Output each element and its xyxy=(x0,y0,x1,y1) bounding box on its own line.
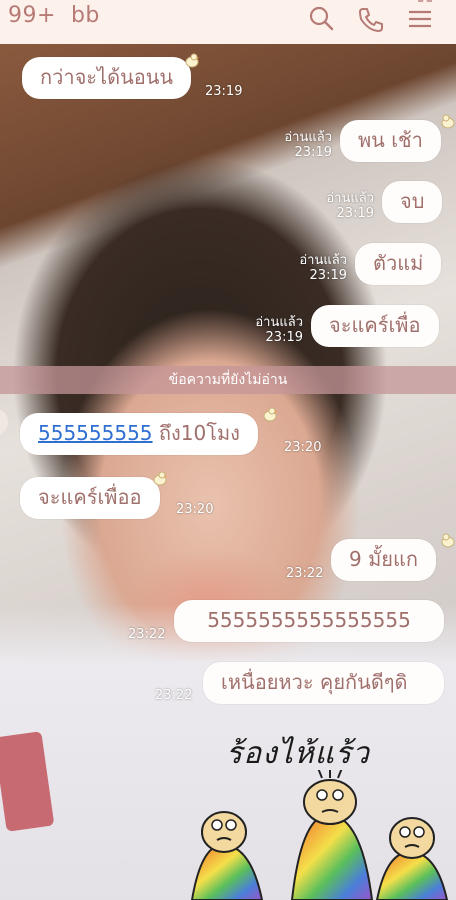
crying-characters-icon xyxy=(190,770,449,900)
chat-header: 99+ bb xyxy=(0,0,456,44)
phone-icon[interactable] xyxy=(356,4,386,34)
menu-icon[interactable] xyxy=(405,4,435,34)
message-bubble[interactable]: 9 มั้ยแก xyxy=(331,539,436,581)
divider-dash xyxy=(418,0,432,3)
message-text: 5555555555555555 xyxy=(207,608,411,632)
unread-count: 99+ xyxy=(8,3,56,28)
message-text: จะแคร์เพื่อ xyxy=(329,313,421,337)
chick-icon xyxy=(441,533,455,548)
message-bubble[interactable]: ตัวแม่ xyxy=(355,243,442,285)
message-bubble[interactable]: จะแคร์เพื่อ xyxy=(311,305,439,347)
message-time: 23:19 xyxy=(309,268,347,283)
message-bubble[interactable]: พน เช้า xyxy=(340,120,441,162)
message-time: 23:19 xyxy=(294,145,332,160)
message-time: 23:19 xyxy=(265,330,303,345)
message-text: ตัวแม่ xyxy=(373,251,424,275)
chick-icon xyxy=(185,53,199,68)
message-bubble[interactable]: จบ xyxy=(382,181,443,223)
read-label: อ่านแล้ว xyxy=(284,130,332,145)
read-receipt: อ่านแล้ว 23:19 xyxy=(251,315,303,345)
message-time: 23:22 xyxy=(155,688,193,703)
read-receipt: อ่านแล้ว 23:19 xyxy=(322,191,374,221)
chick-icon xyxy=(441,114,455,129)
message-bubble[interactable]: เหนื่อยหวะ คุยกันดีๆดิ xyxy=(203,662,444,704)
message-bubble[interactable]: จะแคร์เพื่ออ xyxy=(20,477,160,519)
read-label: อ่านแล้ว xyxy=(299,253,347,268)
sticker-crying[interactable]: ร้องไห้แร้ว xyxy=(182,730,456,900)
read-label: อ่านแล้ว xyxy=(255,315,303,330)
message-bubble[interactable]: 555555555 ถึง10โมง xyxy=(20,413,258,455)
message-time: 23:19 xyxy=(205,84,243,99)
message-text: ถึง10โมง xyxy=(152,421,240,445)
unread-divider: ข้อความที่ยังไม่อ่าน xyxy=(0,366,456,394)
message-text: เหนื่อยหวะ คุยกันดีๆดิ xyxy=(221,670,408,694)
message-time: 23:20 xyxy=(284,440,322,455)
chick-icon xyxy=(153,471,167,486)
message-text: จะแคร์เพื่ออ xyxy=(38,485,142,509)
message-text: กว่าจะได้นอนน xyxy=(40,65,174,89)
read-receipt: อ่านแล้ว 23:19 xyxy=(280,130,332,160)
message-bubble[interactable]: กว่าจะได้นอนน xyxy=(22,57,192,99)
message-text: 9 มั้ยแก xyxy=(349,547,418,571)
message-time: 23:22 xyxy=(286,566,324,581)
message-time: 23:20 xyxy=(176,502,214,517)
message-text: พน เช้า xyxy=(358,128,423,152)
search-icon[interactable] xyxy=(306,4,336,34)
message-time: 23:19 xyxy=(336,206,374,221)
chick-icon xyxy=(263,407,277,422)
message-time: 23:22 xyxy=(128,627,166,642)
message-bubble[interactable]: 5555555555555555 xyxy=(174,600,444,642)
read-label: อ่านแล้ว xyxy=(326,191,374,206)
message-text: จบ xyxy=(400,189,425,213)
chat-name: bb xyxy=(70,3,100,28)
chat-title[interactable]: 99+ bb xyxy=(8,3,100,28)
message-link[interactable]: 555555555 xyxy=(38,421,153,445)
read-receipt: อ่านแล้ว 23:19 xyxy=(295,253,347,283)
